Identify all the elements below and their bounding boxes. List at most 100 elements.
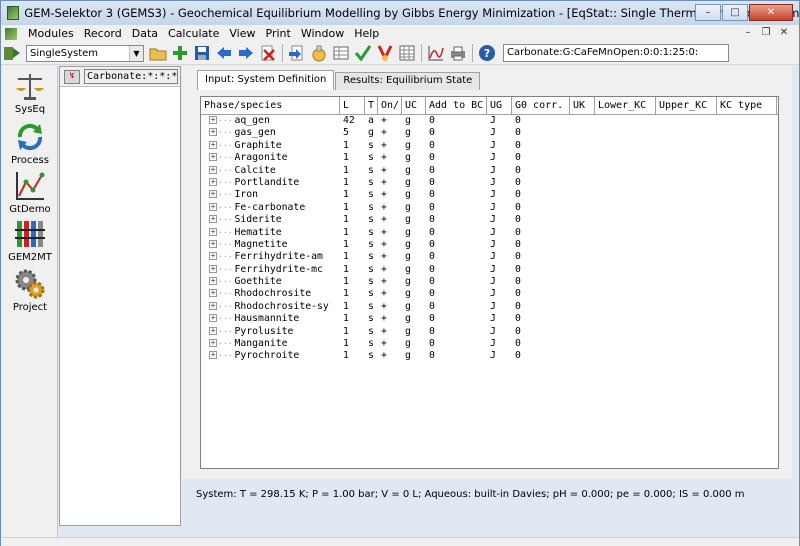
filter-icon[interactable]: ↯ — [64, 69, 80, 84]
table-cell[interactable]: 1 — [340, 202, 365, 214]
expand-icon[interactable]: + — [209, 215, 217, 224]
document-icon[interactable] — [5, 27, 17, 40]
table-cell[interactable]: 0 — [426, 288, 487, 300]
expand-icon[interactable]: + — [209, 153, 217, 162]
phase-name-cell[interactable]: + ··· Pyrochroite — [201, 350, 340, 362]
table-cell[interactable]: 0 — [512, 189, 570, 201]
phase-name-cell[interactable]: + ··· Hematite — [201, 227, 340, 239]
expand-icon[interactable]: + — [209, 264, 217, 273]
table-cell[interactable]: 0 — [426, 177, 487, 189]
table-cell[interactable]: s — [365, 202, 378, 214]
table-cell[interactable]: s — [365, 338, 378, 350]
table-cell[interactable]: J — [487, 227, 512, 239]
table-cell[interactable]: J — [487, 115, 512, 127]
table-cell[interactable]: 1 — [340, 313, 365, 325]
module-gem2mt[interactable]: GEM2MT — [2, 218, 58, 263]
table-cell[interactable]: 0 — [426, 227, 487, 239]
delete-record-icon[interactable] — [258, 43, 278, 63]
column-header[interactable]: On/ — [378, 97, 402, 114]
table-cell[interactable]: J — [487, 177, 512, 189]
table-cell[interactable]: 1 — [340, 165, 365, 177]
table-cell[interactable]: 0 — [426, 350, 487, 362]
table-cell[interactable]: J — [487, 214, 512, 226]
table-cell[interactable]: + — [378, 313, 402, 325]
table-cell[interactable]: g — [402, 288, 426, 300]
table-cell[interactable]: g — [402, 189, 426, 201]
table-cell[interactable]: s — [365, 276, 378, 288]
column-header[interactable]: UK — [570, 97, 595, 114]
phase-name-cell[interactable]: + ··· Portlandite — [201, 177, 340, 189]
table-cell[interactable]: 0 — [512, 276, 570, 288]
phase-name-cell[interactable]: + ··· Ferrihydrite-am — [201, 251, 340, 263]
table-cell[interactable]: 0 — [512, 350, 570, 362]
graph-icon[interactable] — [426, 43, 446, 63]
table-cell[interactable]: 0 — [512, 177, 570, 189]
table-cell[interactable]: 0 — [512, 227, 570, 239]
table-cell[interactable]: 0 — [426, 326, 487, 338]
table-cell[interactable]: g — [402, 313, 426, 325]
table-cell[interactable]: 0 — [512, 338, 570, 350]
mode-select[interactable]: SingleSystem ▼ — [26, 44, 144, 62]
menu-record[interactable]: Record — [79, 27, 127, 40]
table-cell[interactable]: 1 — [340, 338, 365, 350]
table-cell[interactable]: 0 — [426, 264, 487, 276]
table-cell[interactable]: g — [402, 115, 426, 127]
open-folder-icon[interactable] — [148, 43, 168, 63]
table-cell[interactable]: + — [378, 288, 402, 300]
table-cell[interactable]: s — [365, 288, 378, 300]
import-icon[interactable] — [287, 43, 307, 63]
table-cell[interactable]: g — [402, 152, 426, 164]
table-cell[interactable]: g — [365, 127, 378, 139]
table-cell[interactable]: + — [378, 140, 402, 152]
menu-help[interactable]: Help — [349, 27, 384, 40]
table-cell[interactable]: s — [365, 152, 378, 164]
table-cell[interactable]: + — [378, 350, 402, 362]
table-row[interactable]: + ··· Rhodochrosite 1 s + g 0 J 0 — [201, 288, 778, 300]
table-cell[interactable]: J — [487, 239, 512, 251]
expand-icon[interactable]: + — [209, 177, 217, 186]
table-cell[interactable]: + — [378, 227, 402, 239]
phase-name-cell[interactable]: + ··· Fe-carbonate — [201, 202, 340, 214]
table-cell[interactable]: J — [487, 350, 512, 362]
previous-record-icon[interactable] — [214, 43, 234, 63]
table-cell[interactable]: s — [365, 165, 378, 177]
module-sysEq[interactable]: SysEq — [2, 70, 58, 115]
table-row[interactable]: + ··· Magnetite 1 s + g 0 J 0 — [201, 239, 778, 251]
table-row[interactable]: + ··· Graphite 1 s + g 0 J 0 — [201, 140, 778, 152]
menu-modules[interactable]: Modules — [23, 27, 79, 40]
table-cell[interactable]: g — [402, 140, 426, 152]
table-cell[interactable]: 0 — [426, 338, 487, 350]
menu-window[interactable]: Window — [296, 27, 349, 40]
table-row[interactable]: + ··· Rhodochrosite-sy 1 s + g 0 J 0 — [201, 301, 778, 313]
expand-icon[interactable]: + — [209, 140, 217, 149]
column-header[interactable]: Phase/species — [201, 97, 340, 114]
table-cell[interactable]: 0 — [512, 214, 570, 226]
table-cell[interactable]: + — [378, 301, 402, 313]
menu-data[interactable]: Data — [127, 27, 163, 40]
table-row[interactable]: + ··· Goethite 1 s + g 0 J 0 — [201, 276, 778, 288]
phase-name-cell[interactable]: + ··· Siderite — [201, 214, 340, 226]
table-cell[interactable]: 42 — [340, 115, 365, 127]
table-cell[interactable]: 0 — [426, 202, 487, 214]
menu-calculate[interactable]: Calculate — [163, 27, 224, 40]
table-cell[interactable]: J — [487, 338, 512, 350]
table-cell[interactable]: g — [402, 227, 426, 239]
table-cell[interactable]: 0 — [512, 127, 570, 139]
expand-icon[interactable]: + — [209, 301, 217, 310]
table-cell[interactable]: + — [378, 276, 402, 288]
save-icon[interactable] — [192, 43, 212, 63]
table-row[interactable]: + ··· Fe-carbonate 1 s + g 0 J 0 — [201, 202, 778, 214]
table-cell[interactable]: + — [378, 326, 402, 338]
table-cell[interactable]: 1 — [340, 276, 365, 288]
doc-restore-button[interactable]: ❐ — [759, 27, 773, 40]
maximize-button[interactable]: □ — [722, 4, 748, 21]
table-row[interactable]: + ··· Manganite 1 s + g 0 J 0 — [201, 338, 778, 350]
table-cell[interactable]: J — [487, 127, 512, 139]
phase-name-cell[interactable]: + ··· Aragonite — [201, 152, 340, 164]
table-cell[interactable]: 0 — [426, 313, 487, 325]
table-row[interactable]: + ··· Ferrihydrite-mc 1 s + g 0 J 0 — [201, 264, 778, 276]
table-cell[interactable]: s — [365, 239, 378, 251]
table-cell[interactable]: 1 — [340, 239, 365, 251]
column-header[interactable]: Add to BC — [426, 97, 487, 114]
table-cell[interactable]: + — [378, 189, 402, 201]
